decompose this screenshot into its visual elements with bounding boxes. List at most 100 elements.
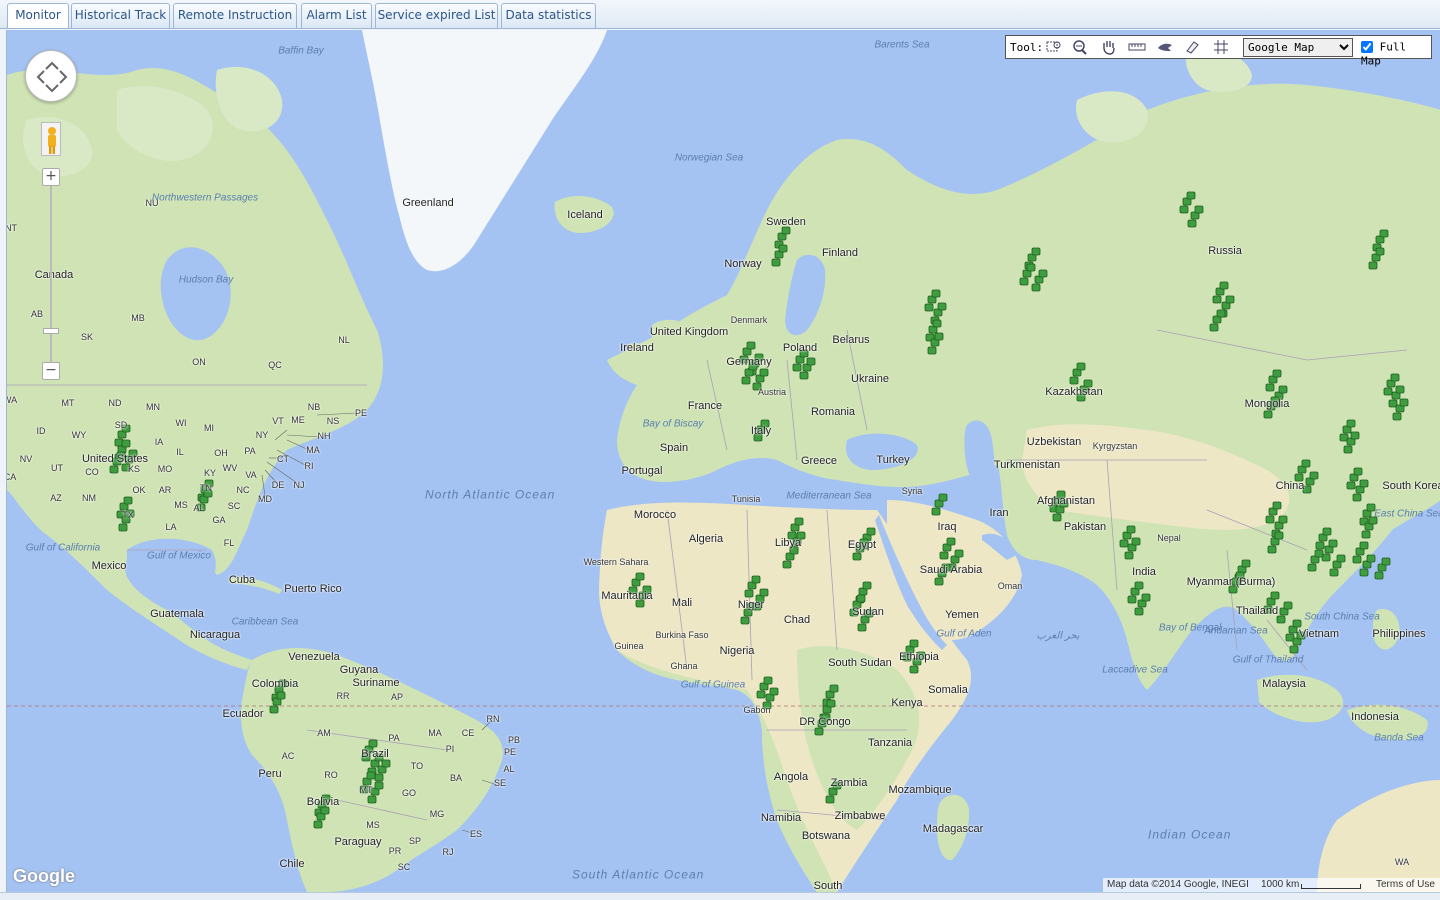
bottom-splitter[interactable]	[0, 892, 1440, 900]
country-label: Thailand	[1235, 605, 1279, 617]
region-label: AR	[158, 485, 172, 495]
country-label: DR Congo	[799, 716, 851, 728]
full-map-checkbox[interactable]	[1361, 41, 1373, 53]
country-label: Iceland	[567, 209, 603, 221]
sea-label: Caribbean Sea	[231, 616, 299, 628]
tab-data-statistics[interactable]: Data statistics	[501, 3, 596, 28]
country-label: Spain	[659, 442, 689, 454]
country-label: Italy	[750, 425, 772, 437]
country-label: Mexico	[91, 560, 127, 572]
tab-monitor[interactable]: Monitor	[7, 3, 69, 28]
country-label: Portugal	[621, 465, 663, 477]
region-label: SK	[80, 332, 94, 342]
region-label: FL	[223, 538, 235, 548]
eraser-icon[interactable]	[1183, 39, 1201, 55]
country-label: Afghanistan	[1036, 495, 1096, 507]
ocean-label: Indian Ocean	[1148, 827, 1232, 842]
country-label: Sweden	[766, 216, 806, 228]
country-label: Romania	[810, 406, 856, 418]
scale-label: 1000 km	[1261, 879, 1300, 890]
country-label: Syria	[901, 486, 923, 496]
region-label: OK	[132, 485, 146, 495]
terms-of-use-link[interactable]: Terms of Use	[1376, 879, 1435, 890]
country-label: Angola	[773, 771, 809, 783]
region-label: WV	[222, 463, 238, 473]
country-label: Nicaragua	[189, 629, 241, 641]
map-canvas[interactable]: Canada United States Mexico Cuba Puerto Rico…	[6, 30, 1440, 892]
region-label: MN	[146, 402, 160, 412]
country-label: Uzbekistan	[1026, 436, 1082, 448]
country-label: Mali	[671, 597, 693, 609]
region-label: KS	[127, 464, 141, 474]
tab-remote-instruction[interactable]: Remote Instruction	[173, 3, 297, 28]
region-label: WA	[7, 395, 18, 405]
zoom-out-button[interactable]: −	[42, 362, 60, 380]
zoom-in-button[interactable]: +	[42, 168, 60, 186]
region-label: NV	[19, 454, 33, 464]
zoom-slider-thumb[interactable]	[43, 328, 59, 334]
region-label: PA	[244, 446, 256, 456]
country-label: Yemen	[945, 609, 979, 621]
country-label: Vietnam	[1298, 628, 1340, 640]
grid-icon[interactable]	[1212, 39, 1230, 55]
hawk-eye-icon[interactable]	[1156, 39, 1174, 55]
region-label: ME	[291, 415, 305, 425]
region-label: NS	[326, 416, 340, 426]
country-label: India	[1132, 566, 1156, 578]
region-label: GA	[212, 515, 226, 525]
country-label: Poland	[782, 342, 818, 354]
sea-label: Mediterranean Sea	[786, 490, 872, 502]
sea-label: Gulf of Thailand	[1232, 654, 1304, 666]
map-type-select[interactable]: Google Map	[1243, 38, 1353, 57]
sea-label: Andaman Sea	[1204, 625, 1268, 637]
region-label: RI	[304, 461, 314, 471]
country-label: Zimbabwe	[834, 810, 886, 822]
country-label: Denmark	[730, 315, 768, 325]
tab-service-expired-list[interactable]: Service expired List	[375, 3, 498, 28]
sea-label: Gulf of California	[25, 542, 101, 554]
country-label: Chad	[783, 614, 811, 626]
sea-label: Gulf of Mexico	[147, 550, 211, 562]
region-label: DE	[271, 480, 285, 490]
country-label: Chile	[279, 858, 305, 870]
country-label: Myanmar (Burma)	[1186, 576, 1276, 588]
country-label: Zambia	[830, 777, 868, 789]
tab-historical-track[interactable]: Historical Track	[71, 3, 170, 28]
region-label: SC	[397, 862, 411, 872]
zoom-out-icon[interactable]	[1071, 39, 1089, 55]
country-label: Germany	[726, 356, 772, 368]
region-label: PA	[388, 733, 400, 743]
full-map-toggle[interactable]: Full Map	[1361, 40, 1431, 67]
country-label: Nepal	[1157, 533, 1181, 543]
select-area-icon[interactable]	[1045, 39, 1063, 55]
country-label: Saudi Arabia	[919, 564, 983, 576]
country-label: Libya	[774, 537, 802, 549]
zoom-slider-track[interactable]	[50, 178, 52, 378]
country-label: Madagascar	[922, 823, 984, 835]
country-label: Ireland	[620, 342, 654, 354]
country-label: Philippines	[1372, 628, 1426, 640]
region-label: PE	[354, 408, 368, 418]
pan-control[interactable]	[25, 50, 77, 102]
region-label: NH	[317, 431, 331, 441]
ruler-icon[interactable]	[1128, 39, 1146, 55]
sea-label: East China Sea	[1374, 508, 1440, 520]
country-label: Iraq	[937, 521, 957, 533]
sea-label: Bay of Biscay	[642, 418, 704, 430]
region-label: IA	[154, 437, 164, 447]
sea-label: Laccadive Sea	[1102, 664, 1168, 676]
country-label: Bolivia	[306, 796, 340, 808]
region-label: NC	[236, 485, 250, 495]
country-label: South	[813, 880, 843, 892]
region-label: QC	[268, 360, 282, 370]
country-label: Western Sahara	[583, 557, 649, 567]
country-label: Algeria	[688, 533, 724, 545]
street-view-pegman-icon[interactable]	[41, 122, 61, 156]
region-label: RO	[324, 770, 338, 780]
country-label: Pakistan	[1063, 521, 1107, 533]
hand-pan-icon[interactable]	[1100, 39, 1118, 55]
country-label: France	[687, 400, 723, 412]
country-label: Brazil	[361, 748, 389, 760]
sea-label: Banda Sea	[1374, 732, 1424, 744]
tab-alarm-list[interactable]: Alarm List	[301, 3, 372, 28]
